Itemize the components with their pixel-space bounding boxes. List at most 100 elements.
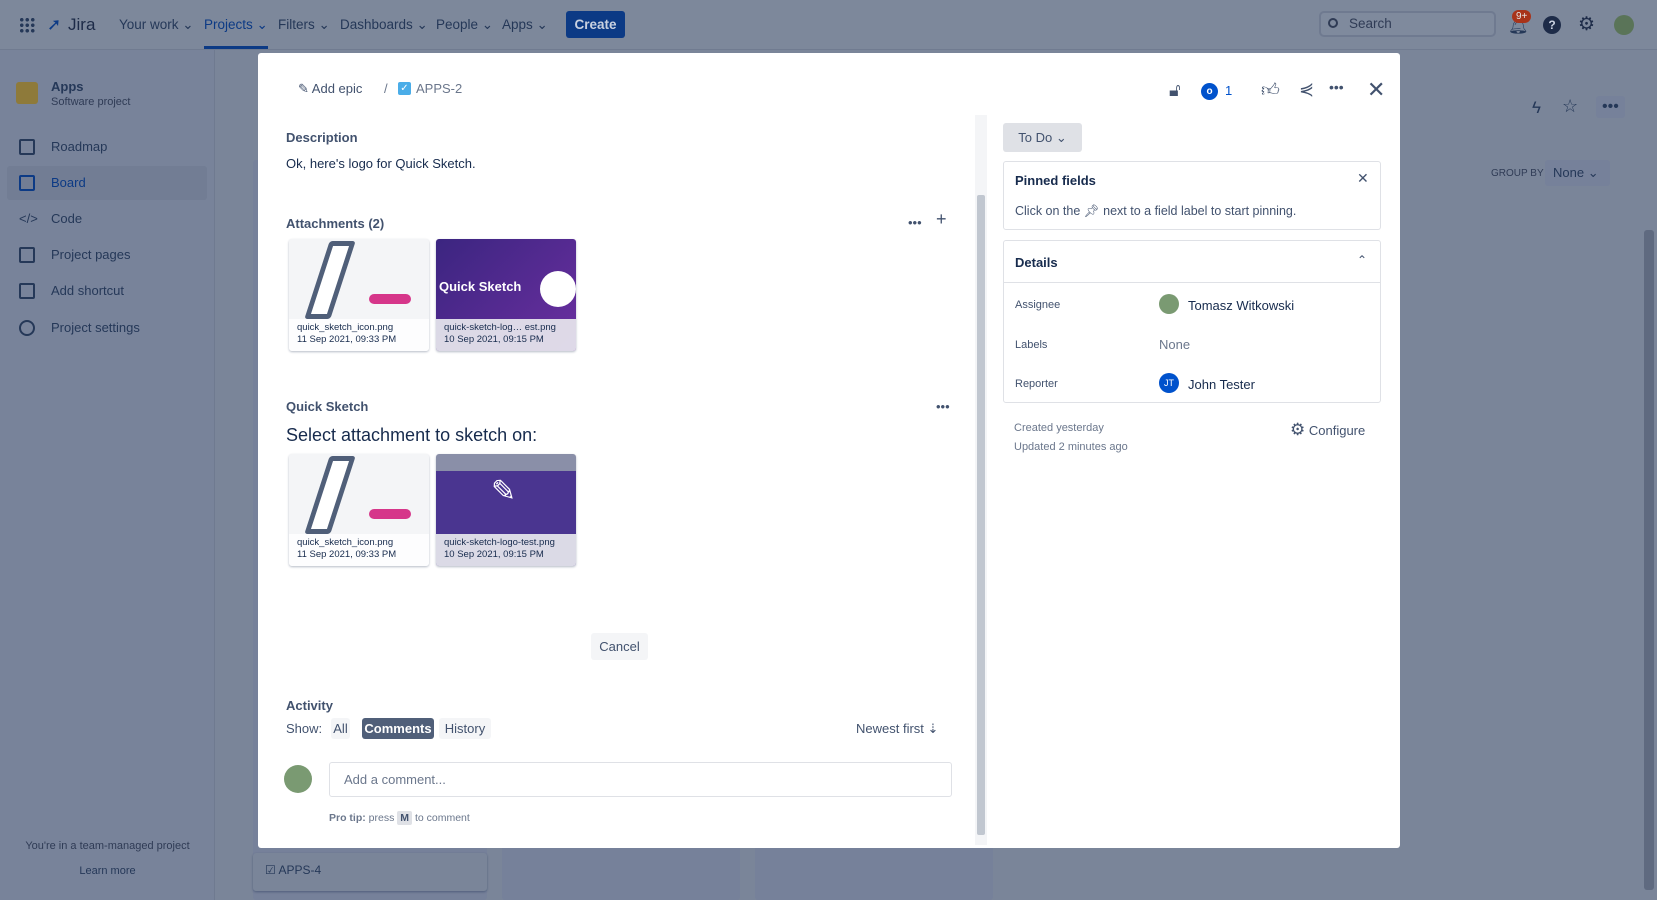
- assignee-label: Assignee: [1015, 299, 1061, 311]
- attachment-date: 10 Sep 2021, 09:15 PM: [444, 334, 544, 345]
- description-text[interactable]: Ok, here's logo for Quick Sketch.: [286, 156, 476, 171]
- logo-circle-icon: [540, 271, 576, 307]
- close-icon[interactable]: ✕: [1367, 77, 1385, 103]
- more-actions-icon[interactable]: •••: [1329, 79, 1344, 95]
- pinned-fields-title: Pinned fields: [1015, 173, 1096, 188]
- share-icon[interactable]: ⋞: [1299, 79, 1314, 100]
- lock-icon[interactable]: 🔓︎: [1169, 80, 1181, 101]
- content-scrollbar[interactable]: [975, 115, 987, 845]
- page-icon: [19, 247, 35, 263]
- attachment-name: quick_sketch_icon.png: [297, 537, 394, 548]
- assignee-value[interactable]: Tomasz Witkowski: [1188, 298, 1294, 313]
- create-button[interactable]: Create: [566, 11, 625, 38]
- collapse-icon[interactable]: ⌃: [1357, 253, 1367, 267]
- learn-more-link[interactable]: Learn more: [0, 865, 215, 877]
- attachment-thumbnail[interactable]: quick_sketch_icon.png 11 Sep 2021, 09:33 …: [289, 239, 429, 351]
- jira-logo-icon[interactable]: ➚: [47, 15, 61, 35]
- star-icon[interactable]: ☆: [1562, 96, 1578, 117]
- sidebar-item-code[interactable]: </> Code: [7, 202, 207, 236]
- nav-people[interactable]: People ⌄: [436, 17, 493, 33]
- like-icon[interactable]: 👍︎: [1261, 79, 1280, 101]
- sidebar-item-label: Roadmap: [51, 139, 108, 154]
- sidebar-item-project-pages[interactable]: Project pages: [7, 238, 207, 272]
- project-type: Software project: [51, 96, 131, 108]
- sketch-icon-image: [304, 456, 356, 534]
- help-icon[interactable]: ?: [1543, 16, 1561, 34]
- pinned-hint: Click on the 📌︎ next to a field label to…: [1015, 204, 1297, 218]
- pro-tip-text: press: [368, 812, 395, 824]
- sidebar-item-label: Add shortcut: [51, 283, 124, 298]
- nav-apps[interactable]: Apps ⌄: [502, 17, 548, 33]
- sidebar-item-board[interactable]: Board: [7, 166, 207, 200]
- nav-your-work[interactable]: Your work ⌄: [119, 17, 194, 33]
- pro-tip: Pro tip: press M to comment: [329, 811, 470, 825]
- reporter-label: Reporter: [1015, 378, 1058, 390]
- issue-card[interactable]: ☑ APPS-4: [253, 853, 487, 891]
- settings-icon[interactable]: ⚙: [1578, 13, 1595, 36]
- status-dropdown[interactable]: To Do ⌄: [1003, 123, 1082, 152]
- assignee-avatar: [1159, 294, 1179, 314]
- search-input[interactable]: Search: [1319, 11, 1496, 37]
- sort-button[interactable]: Newest first ⇣: [856, 721, 938, 737]
- gear-icon: ⚙: [1290, 420, 1306, 439]
- sidebar-item-label: Project settings: [51, 320, 140, 335]
- board-icon: [19, 175, 35, 191]
- attachment-thumbnail[interactable]: Quick Sketch quick-sketch-log… est.png 10…: [436, 239, 576, 351]
- sketch-attachment-option[interactable]: ✎ quick-sketch-logo-test.png 10 Sep 2021,…: [436, 454, 576, 566]
- avatar[interactable]: [1614, 15, 1634, 35]
- sidebar-item-label: Code: [51, 211, 83, 226]
- page-scrollbar[interactable]: [1644, 230, 1654, 890]
- scrollbar-thumb[interactable]: [977, 195, 985, 835]
- search-icon: [1328, 18, 1338, 28]
- project-sidebar: Apps Software project Roadmap Board </> C…: [0, 50, 215, 900]
- project-name[interactable]: Apps: [51, 79, 84, 94]
- quick-sketch-more-icon[interactable]: •••: [936, 399, 950, 414]
- add-epic-button[interactable]: ✎ Add epic: [298, 81, 362, 97]
- nav-dashboards[interactable]: Dashboards ⌄: [340, 17, 428, 33]
- close-pinned-icon[interactable]: ✕: [1357, 170, 1369, 187]
- filter-history[interactable]: History: [439, 718, 491, 739]
- sidebar-item-roadmap[interactable]: Roadmap: [7, 130, 207, 164]
- sidebar-item-label: Project pages: [51, 247, 131, 262]
- card-key: APPS-4: [278, 863, 322, 877]
- sketch-attachment-option[interactable]: quick_sketch_icon.png 11 Sep 2021, 09:33 …: [289, 454, 429, 566]
- issue-key-link[interactable]: APPS-2: [416, 81, 462, 96]
- labels-label: Labels: [1015, 339, 1048, 351]
- automation-icon[interactable]: ϟ: [1532, 98, 1541, 118]
- add-shortcut-icon: [19, 283, 35, 299]
- watchers-count[interactable]: 1: [1225, 83, 1232, 98]
- labels-value[interactable]: None: [1159, 337, 1190, 352]
- pro-tip-label: Pro tip:: [329, 812, 366, 824]
- user-avatar: [284, 765, 312, 793]
- watch-icon[interactable]: o: [1201, 83, 1218, 100]
- attachment-date: 10 Sep 2021, 09:15 PM: [444, 549, 544, 560]
- pro-tip-text: to comment: [414, 812, 470, 824]
- sidebar-item-project-settings[interactable]: Project settings: [7, 311, 207, 345]
- code-icon: </>: [19, 211, 38, 226]
- jira-logo-text[interactable]: Jira: [68, 15, 95, 35]
- reporter-value[interactable]: John Tester: [1188, 377, 1255, 392]
- divider: [1004, 282, 1380, 283]
- nav-projects[interactable]: Projects ⌄: [204, 17, 268, 49]
- attachments-more-icon[interactable]: •••: [908, 215, 922, 230]
- comment-input[interactable]: Add a comment...: [329, 762, 952, 797]
- sidebar-item-add-shortcut[interactable]: Add shortcut: [7, 274, 207, 308]
- nav-filters[interactable]: Filters ⌄: [278, 17, 330, 33]
- more-icon[interactable]: •••: [1596, 96, 1625, 118]
- pin-icon: 📌︎: [1083, 204, 1100, 218]
- add-attachment-icon[interactable]: +: [936, 209, 947, 230]
- group-by-select[interactable]: None ⌄: [1545, 160, 1610, 186]
- attachment-name: quick-sketch-log… est.png: [444, 322, 556, 333]
- configure-button[interactable]: ⚙ Configure: [1290, 420, 1365, 440]
- details-panel: Details ⌃ Assignee Tomasz Witkowski Labe…: [1003, 240, 1381, 403]
- project-avatar: [16, 82, 38, 104]
- edit-pencil-icon: ✎: [491, 475, 517, 508]
- select-attachment-heading: Select attachment to sketch on:: [286, 425, 538, 445]
- filter-comments[interactable]: Comments: [362, 718, 434, 739]
- details-title[interactable]: Details: [1015, 255, 1058, 270]
- cancel-button[interactable]: Cancel: [591, 633, 648, 660]
- app-switcher-icon[interactable]: [19, 17, 35, 33]
- filter-all[interactable]: All: [331, 718, 350, 739]
- top-nav: ➚ Jira Your work ⌄ Projects ⌄ Filters ⌄ …: [0, 0, 1657, 50]
- roadmap-icon: [19, 139, 35, 155]
